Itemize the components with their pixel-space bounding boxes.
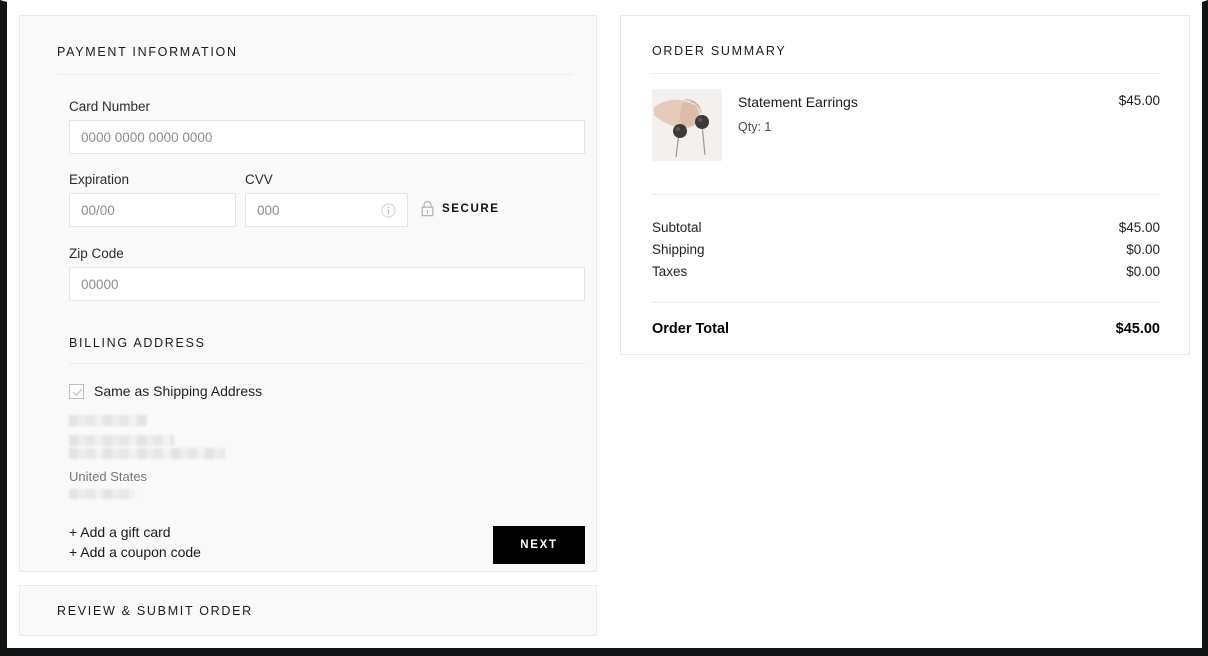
payment-heading-divider bbox=[57, 74, 573, 75]
same-as-shipping-checkbox-row[interactable]: Same as Shipping Address bbox=[69, 383, 262, 399]
address-phone-redacted bbox=[69, 489, 135, 499]
next-button[interactable]: NEXT bbox=[493, 526, 585, 564]
shipping-value: $0.00 bbox=[1126, 239, 1160, 261]
cvv-placeholder: 000 bbox=[257, 203, 381, 218]
statement-earrings-thumbnail bbox=[652, 89, 722, 161]
review-submit-order-heading: REVIEW & SUBMIT ORDER bbox=[57, 604, 253, 618]
billing-address-block: United States bbox=[69, 415, 289, 499]
cvv-label: CVV bbox=[245, 172, 273, 188]
secure-label: SECURE bbox=[442, 203, 500, 215]
expiration-placeholder: 00/00 bbox=[81, 203, 224, 218]
order-total-divider bbox=[652, 302, 1160, 303]
secure-badge: SECURE bbox=[420, 200, 500, 217]
subtotal-label: Subtotal bbox=[652, 217, 702, 239]
zip-code-input[interactable]: 00000 bbox=[69, 267, 585, 301]
checkout-page: PAYMENT INFORMATION Card Number 0000 000… bbox=[7, 2, 1202, 648]
order-total-row: Order Total $45.00 bbox=[652, 321, 1160, 337]
expiration-label: Expiration bbox=[69, 172, 129, 188]
address-country: United States bbox=[69, 468, 289, 485]
summary-heading-divider bbox=[652, 73, 1160, 74]
order-totals-list: Subtotal $45.00 Shipping $0.00 Taxes $0.… bbox=[652, 217, 1160, 283]
order-total-value: $45.00 bbox=[1116, 321, 1160, 337]
billing-address-heading: BILLING ADDRESS bbox=[69, 336, 206, 350]
address-line-3-redacted bbox=[69, 448, 225, 459]
payment-information-heading: PAYMENT INFORMATION bbox=[57, 45, 573, 59]
billing-heading-divider bbox=[69, 363, 585, 364]
zip-code-placeholder: 00000 bbox=[81, 277, 573, 292]
order-total-label: Order Total bbox=[652, 321, 729, 337]
add-gift-card-link[interactable]: + Add a gift card bbox=[69, 524, 171, 540]
same-as-shipping-checkbox[interactable] bbox=[69, 384, 84, 399]
line-item-divider bbox=[652, 194, 1160, 195]
table-row: Shipping $0.00 bbox=[652, 239, 1160, 261]
card-number-placeholder: 0000 0000 0000 0000 bbox=[81, 130, 573, 145]
card-number-label: Card Number bbox=[69, 99, 150, 115]
payment-information-panel: PAYMENT INFORMATION Card Number 0000 000… bbox=[19, 15, 597, 572]
add-coupon-code-link[interactable]: + Add a coupon code bbox=[69, 544, 201, 560]
order-item-price: $45.00 bbox=[1119, 89, 1160, 108]
address-line-2-redacted bbox=[69, 435, 174, 446]
taxes-label: Taxes bbox=[652, 261, 687, 283]
shipping-label: Shipping bbox=[652, 239, 705, 261]
taxes-value: $0.00 bbox=[1126, 261, 1160, 283]
check-icon bbox=[71, 386, 84, 399]
browser-viewport: PAYMENT INFORMATION Card Number 0000 000… bbox=[0, 0, 1208, 656]
expiration-input[interactable]: 00/00 bbox=[69, 193, 236, 227]
cvv-input[interactable]: 000 bbox=[245, 193, 408, 227]
card-number-input[interactable]: 0000 0000 0000 0000 bbox=[69, 120, 585, 154]
zip-code-label: Zip Code bbox=[69, 246, 124, 262]
same-as-shipping-label: Same as Shipping Address bbox=[94, 383, 262, 399]
lock-icon bbox=[420, 200, 435, 217]
order-summary-heading: ORDER SUMMARY bbox=[652, 44, 786, 58]
info-circle-icon[interactable] bbox=[381, 203, 396, 218]
order-item-name: Statement Earrings bbox=[738, 93, 1119, 111]
table-row: Taxes $0.00 bbox=[652, 261, 1160, 283]
order-line-item: Statement Earrings Qty: 1 $45.00 bbox=[652, 89, 1160, 161]
order-item-details: Statement Earrings Qty: 1 bbox=[738, 89, 1119, 134]
subtotal-value: $45.00 bbox=[1119, 217, 1160, 239]
order-item-quantity: Qty: 1 bbox=[738, 120, 1119, 134]
order-summary-panel: ORDER SUMMARY bbox=[620, 15, 1190, 355]
review-submit-order-panel[interactable]: REVIEW & SUBMIT ORDER bbox=[19, 585, 597, 636]
table-row: Subtotal $45.00 bbox=[652, 217, 1160, 239]
address-line-1-redacted bbox=[69, 415, 147, 426]
